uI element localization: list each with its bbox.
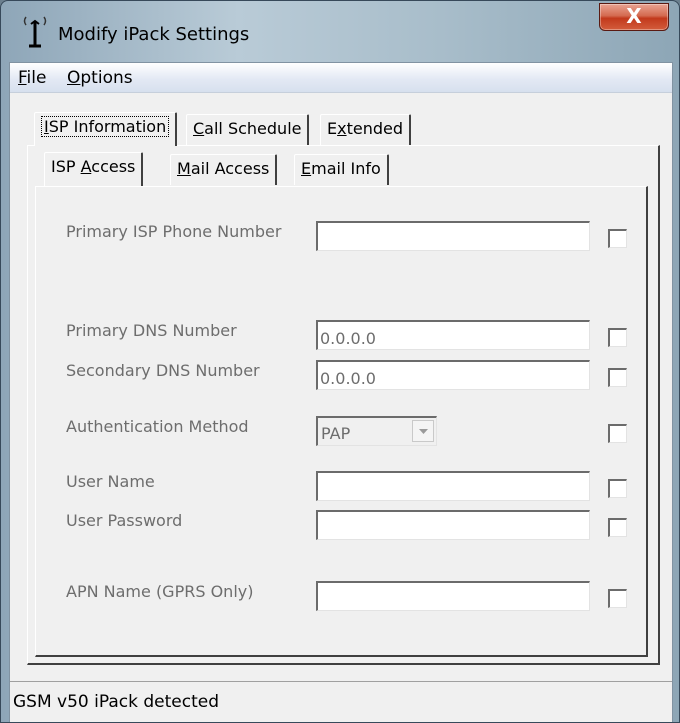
- primary-dns-input[interactable]: 0.0.0.0: [316, 320, 590, 350]
- subtab-isp-access-pre: ISP: [51, 157, 81, 176]
- apn-name-input[interactable]: [316, 581, 590, 611]
- user-name-input[interactable]: [316, 471, 590, 501]
- subtab-mail-access-accel: M: [177, 159, 191, 178]
- tab-isp-information[interactable]: ISP Information: [34, 112, 178, 146]
- menu-file[interactable]: File: [18, 68, 46, 88]
- antenna-icon: [21, 15, 49, 49]
- subtab-email-info-accel: E: [301, 159, 312, 178]
- user-password-checkbox[interactable]: [608, 518, 627, 537]
- status-bar: GSM v50 iPack detected: [10, 681, 672, 722]
- subtab-mail-access-post: ail Access: [190, 159, 270, 178]
- chevron-down-icon[interactable]: [412, 420, 434, 442]
- close-button[interactable]: X: [599, 3, 669, 31]
- close-icon: X: [626, 4, 642, 28]
- tab-isp-information-post: SP Information: [48, 117, 167, 136]
- auth-method-select[interactable]: PAP: [316, 416, 437, 446]
- tab-extended-accel: x: [337, 119, 347, 138]
- user-name-label: User Name: [66, 472, 155, 491]
- tab-call-schedule-post: all Schedule: [204, 119, 302, 138]
- user-password-input[interactable]: [316, 510, 590, 540]
- subtab-mail-access[interactable]: Mail Access: [170, 154, 278, 185]
- tab-call-schedule[interactable]: Call Schedule: [186, 114, 310, 145]
- window-title: Modify iPack Settings: [58, 24, 250, 45]
- secondary-dns-checkbox[interactable]: [608, 368, 627, 387]
- tab-extended[interactable]: Extended: [320, 114, 411, 145]
- secondary-dns-label: Secondary DNS Number: [66, 361, 260, 380]
- menu-options[interactable]: Options: [67, 68, 133, 88]
- menu-file-label: ile: [26, 68, 47, 88]
- auth-method-label: Authentication Method: [66, 417, 249, 436]
- subtab-isp-access-post: ccess: [91, 157, 136, 176]
- user-name-checkbox[interactable]: [608, 479, 627, 498]
- tab-extended-pre: E: [327, 119, 338, 138]
- dialog-window: Modify iPack Settings X File Options ISP…: [0, 0, 680, 723]
- menu-options-accel: O: [67, 68, 81, 88]
- menu-options-label: ptions: [80, 68, 133, 88]
- subtab-email-info[interactable]: Email Info: [294, 154, 389, 185]
- auth-method-value: PAP: [321, 424, 351, 443]
- user-password-label: User Password: [66, 511, 183, 530]
- auth-method-checkbox[interactable]: [608, 424, 627, 443]
- tab-call-schedule-accel: C: [193, 119, 205, 138]
- subtab-isp-access-accel: A: [80, 157, 92, 176]
- menu-file-accel: F: [18, 68, 27, 88]
- title-bar[interactable]: Modify iPack Settings X: [1, 1, 679, 59]
- subtab-isp-access[interactable]: ISP Access: [44, 152, 144, 186]
- primary-isp-phone-label: Primary ISP Phone Number: [66, 222, 282, 241]
- primary-isp-phone-input[interactable]: [316, 221, 590, 251]
- apn-name-checkbox[interactable]: [608, 589, 627, 608]
- isp-access-panel: Primary ISP Phone Number Primary DNS Num…: [35, 186, 648, 657]
- subtab-email-info-post: mail Info: [311, 159, 381, 178]
- dialog-client: File Options ISP Access Mail Access Emai…: [9, 62, 673, 722]
- secondary-dns-input[interactable]: 0.0.0.0: [316, 360, 590, 390]
- tab-isp-information-focus: ISP Information: [41, 116, 170, 137]
- primary-dns-checkbox[interactable]: [608, 328, 627, 347]
- primary-dns-label: Primary DNS Number: [66, 321, 237, 340]
- isp-information-panel: ISP Access Mail Access Email Info Primar…: [27, 145, 660, 665]
- apn-name-label: APN Name (GPRS Only): [66, 582, 254, 601]
- menu-bar: File Options: [10, 63, 672, 93]
- status-text: GSM v50 iPack detected: [13, 692, 219, 712]
- tab-extended-post: tended: [346, 119, 403, 138]
- primary-isp-phone-checkbox[interactable]: [608, 229, 627, 248]
